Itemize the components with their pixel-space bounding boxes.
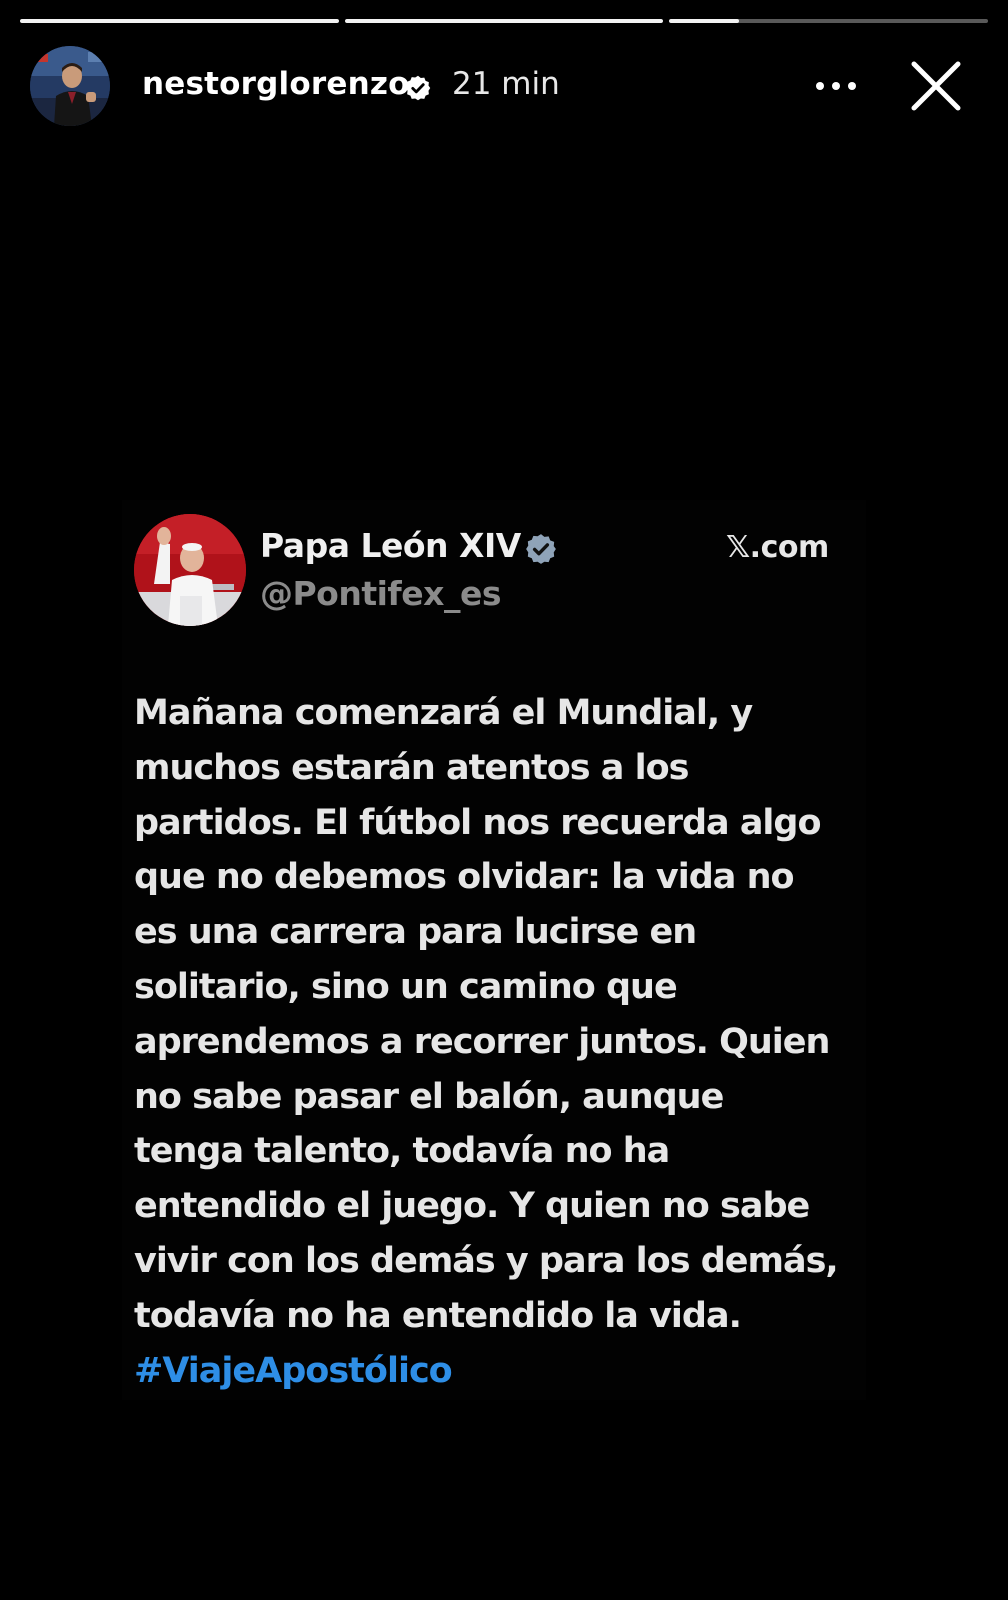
tweet-text-line: solitario, sino un camino que — [134, 966, 678, 1007]
close-button[interactable] — [906, 56, 966, 116]
tweet-text-line: vivir con los demás y para los demás, — [134, 1240, 839, 1281]
story-viewer[interactable]: nestorglorenzo 21 min Papa León XIV @Pon… — [0, 0, 1008, 1600]
post-time: 21 min — [452, 66, 560, 102]
progress-segment — [669, 19, 989, 23]
progress-segment — [20, 19, 339, 23]
story-header: nestorglorenzo 21 min — [30, 44, 978, 126]
tweet-text-line: tenga talento, todavía no ha — [134, 1131, 670, 1172]
progress-segment — [344, 19, 664, 23]
tweet-text-line: muchos estarán atentos a los — [134, 747, 690, 788]
shared-tweet-card[interactable]: Papa León XIV @Pontifex_es 𝕏.com Mañana … — [122, 500, 866, 1400]
more-horizontal-icon — [816, 82, 856, 90]
tweet-author-name: Papa León XIV — [260, 526, 521, 565]
tweet-text: Mañana comenzará el Mundial, y muchos es… — [134, 686, 874, 1398]
tweet-source-label: 𝕏.com — [726, 530, 829, 565]
story-progress-bar — [20, 19, 989, 23]
user-avatar[interactable] — [30, 46, 110, 126]
tweet-author-avatar — [134, 514, 246, 626]
tweet-text-line: es una carrera para lucirse en — [134, 912, 697, 953]
tweet-text-line: Mañana comenzará el Mundial, y — [134, 693, 753, 733]
more-options-button[interactable] — [810, 64, 862, 108]
profile-photo — [30, 46, 110, 126]
close-icon — [911, 61, 961, 111]
hashtag-link[interactable]: #ViajeApostólico — [134, 1344, 874, 1399]
tweet-author-handle: @Pontifex_es — [260, 574, 501, 613]
tweet-text-line: aprendemos a recorrer juntos. Quien — [134, 1021, 830, 1062]
tweet-text-line: que no debemos olvidar: la vida no — [134, 857, 795, 898]
tweet-text-line: no sabe pasar el balón, aunque — [134, 1076, 724, 1117]
tweet-text-line: partidos. El fútbol nos recuerda algo — [134, 802, 822, 843]
verified-badge-icon — [405, 75, 431, 101]
tweet-text-line: entendido el juego. Y quien no sabe — [134, 1186, 810, 1227]
verified-badge-icon — [526, 534, 556, 564]
username[interactable]: nestorglorenzo — [142, 66, 410, 102]
tweet-text-line: todavía no ha entendido la vida. — [134, 1295, 742, 1336]
pope-photo — [134, 514, 246, 626]
